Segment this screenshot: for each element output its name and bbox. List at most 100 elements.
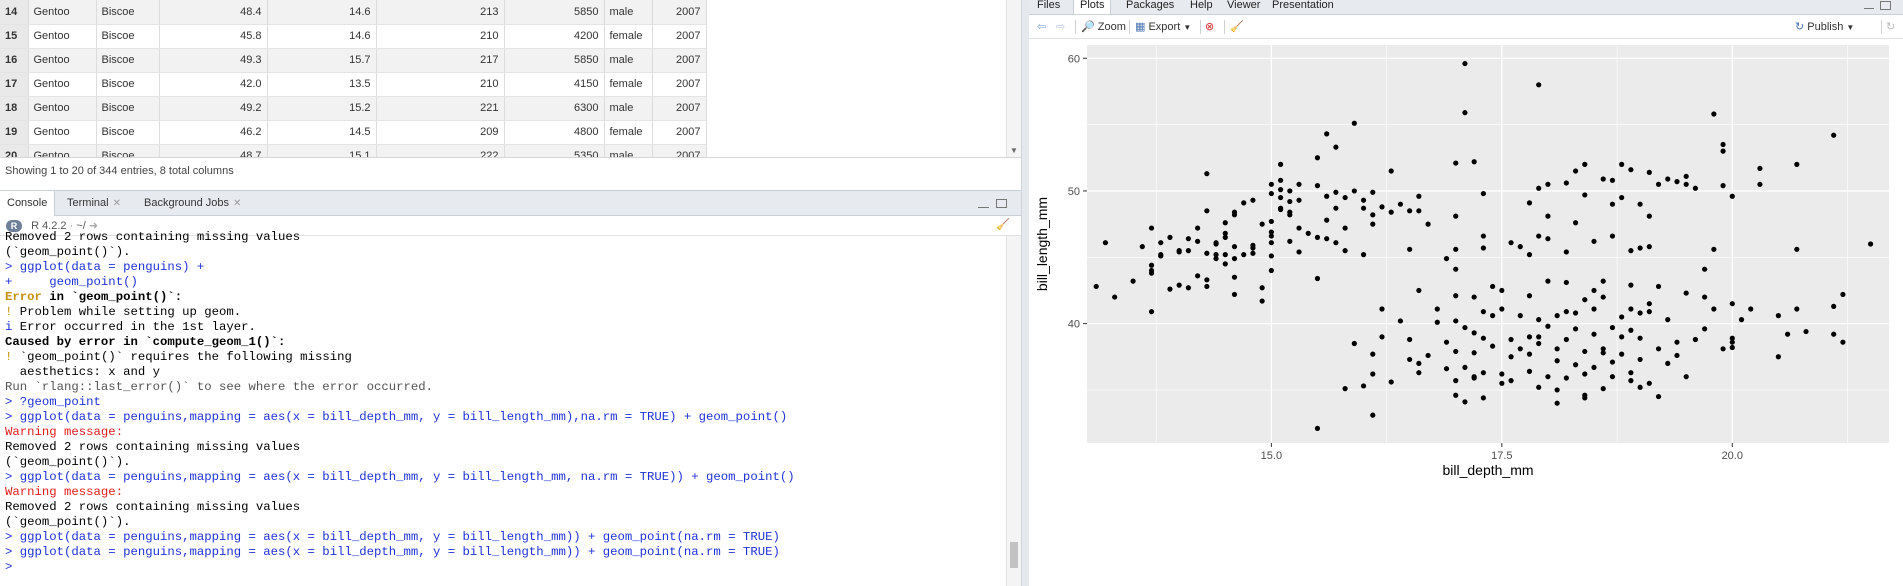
back-arrow-icon[interactable]: ⇦ [1037,19,1046,35]
pane-splitter[interactable] [1021,0,1029,586]
table-row: 17 Gentoo Biscoe 42.0 13.5 210 4150 female 2007 [0,72,707,97]
data-point [1388,209,1394,215]
minimize-icon[interactable] [1864,6,1874,9]
tab-console[interactable]: Console [0,191,56,216]
data-point [1508,240,1514,246]
data-point [1379,334,1385,340]
row-number: 14 [0,0,29,25]
data-point [1453,392,1459,398]
data-point [1268,181,1274,187]
tab-background-jobs[interactable]: Background Jobs ✕ [137,191,248,216]
data-point [1609,177,1616,183]
table-cell: Biscoe [96,72,160,97]
table-cell: 42.0 [159,72,268,97]
data-point [1775,354,1781,360]
tab-files[interactable]: Files [1031,0,1066,14]
data-point [1683,173,1689,179]
close-icon[interactable]: ✕ [233,198,241,209]
data-point [1665,176,1671,182]
data-point [1545,213,1551,219]
data-point [1305,230,1311,236]
table-cell: 49.2 [159,96,268,121]
data-point [1554,313,1560,319]
console-line: > ?geom_point [5,395,101,409]
tab-terminal[interactable]: Terminal ✕ [60,191,128,216]
data-point [1268,253,1274,259]
data-point [1462,110,1468,116]
data-point [1628,167,1634,173]
console-line: (`geom_point()`). [5,455,131,469]
data-point [1360,197,1367,203]
data-point [1582,395,1588,401]
console-line: Removed 2 rows containing missing values [5,500,301,514]
data-point [1563,336,1569,343]
data-point [1167,234,1173,240]
x-axis-title: bill_depth_mm [1442,462,1533,478]
data-point [1277,194,1284,201]
data-point [1655,393,1662,400]
y-axis-title: bill_length_mm [1034,197,1050,291]
data-point [1185,248,1192,254]
tab-packages[interactable]: Packages [1120,0,1180,14]
data-point [1517,313,1523,319]
data-point [1803,328,1809,335]
row-number: 18 [0,96,29,121]
data-point [1416,370,1422,376]
table-row: 15 Gentoo Biscoe 45.8 14.6 210 4200 female 2007 [0,24,707,49]
data-point [1582,161,1588,167]
data-point [1637,384,1643,390]
data-point [1268,233,1274,239]
data-point [1711,111,1717,117]
data-point [1646,213,1652,219]
export-button[interactable]: ▦ Export ▼ [1135,19,1191,35]
scrollbar-thumb[interactable] [1010,542,1018,568]
data-point [1729,301,1735,307]
tab-presentation[interactable]: Presentation [1266,0,1340,14]
tab-plots[interactable]: Plots [1073,0,1112,14]
data-point [1277,187,1284,193]
publish-button[interactable]: ↻ Publish ▼ [1795,19,1854,35]
data-point [1554,358,1560,364]
data-point [1480,190,1486,197]
console-output[interactable]: Removed 2 rows containing missing values… [0,230,1006,580]
maximize-icon[interactable] [1880,1,1891,10]
data-point [1453,318,1459,324]
data-point [1351,120,1357,126]
data-point [1591,287,1597,294]
tab-help[interactable]: Help [1184,0,1219,14]
data-point [1333,189,1339,195]
data-point [1545,278,1551,284]
data-point [1757,165,1763,171]
data-point [1342,225,1348,231]
minimize-icon[interactable] [978,205,989,208]
tab-viewer[interactable]: Viewer [1221,0,1266,14]
data-point [1609,233,1616,239]
data-point [1655,181,1662,187]
remove-plot-icon[interactable]: ⊗ [1205,19,1214,35]
data-point [1628,378,1634,384]
data-point [1600,278,1606,284]
data-point [1637,356,1643,363]
data-point [1572,310,1579,316]
data-point [1582,192,1588,198]
close-icon[interactable]: ✕ [113,198,121,209]
data-point [1637,245,1643,251]
data-point [1563,375,1569,381]
maximize-icon[interactable] [996,199,1007,208]
data-point [1158,253,1164,259]
forward-arrow-icon[interactable]: ⇨ [1056,19,1065,35]
broom-icon[interactable]: 🧹 [1230,19,1244,35]
data-point [1683,181,1689,187]
refresh-icon[interactable]: ↻ [1886,19,1895,35]
data-point [1130,278,1136,284]
data-point [1665,360,1671,366]
data-point [1222,252,1228,258]
right-tab-bar: Files Plots Packages Help Viewer Present… [1029,0,1903,15]
table-scrollbar[interactable]: ▼ [1006,0,1021,157]
zoom-button[interactable]: 🔎 Zoom [1081,19,1126,35]
data-point [1277,161,1284,167]
console-scrollbar[interactable] [1006,236,1021,586]
console-line: > ggplot(data = penguins,mapping = aes(x… [5,470,795,484]
data-point [1434,306,1440,312]
console-line: Warning message: [5,425,124,439]
